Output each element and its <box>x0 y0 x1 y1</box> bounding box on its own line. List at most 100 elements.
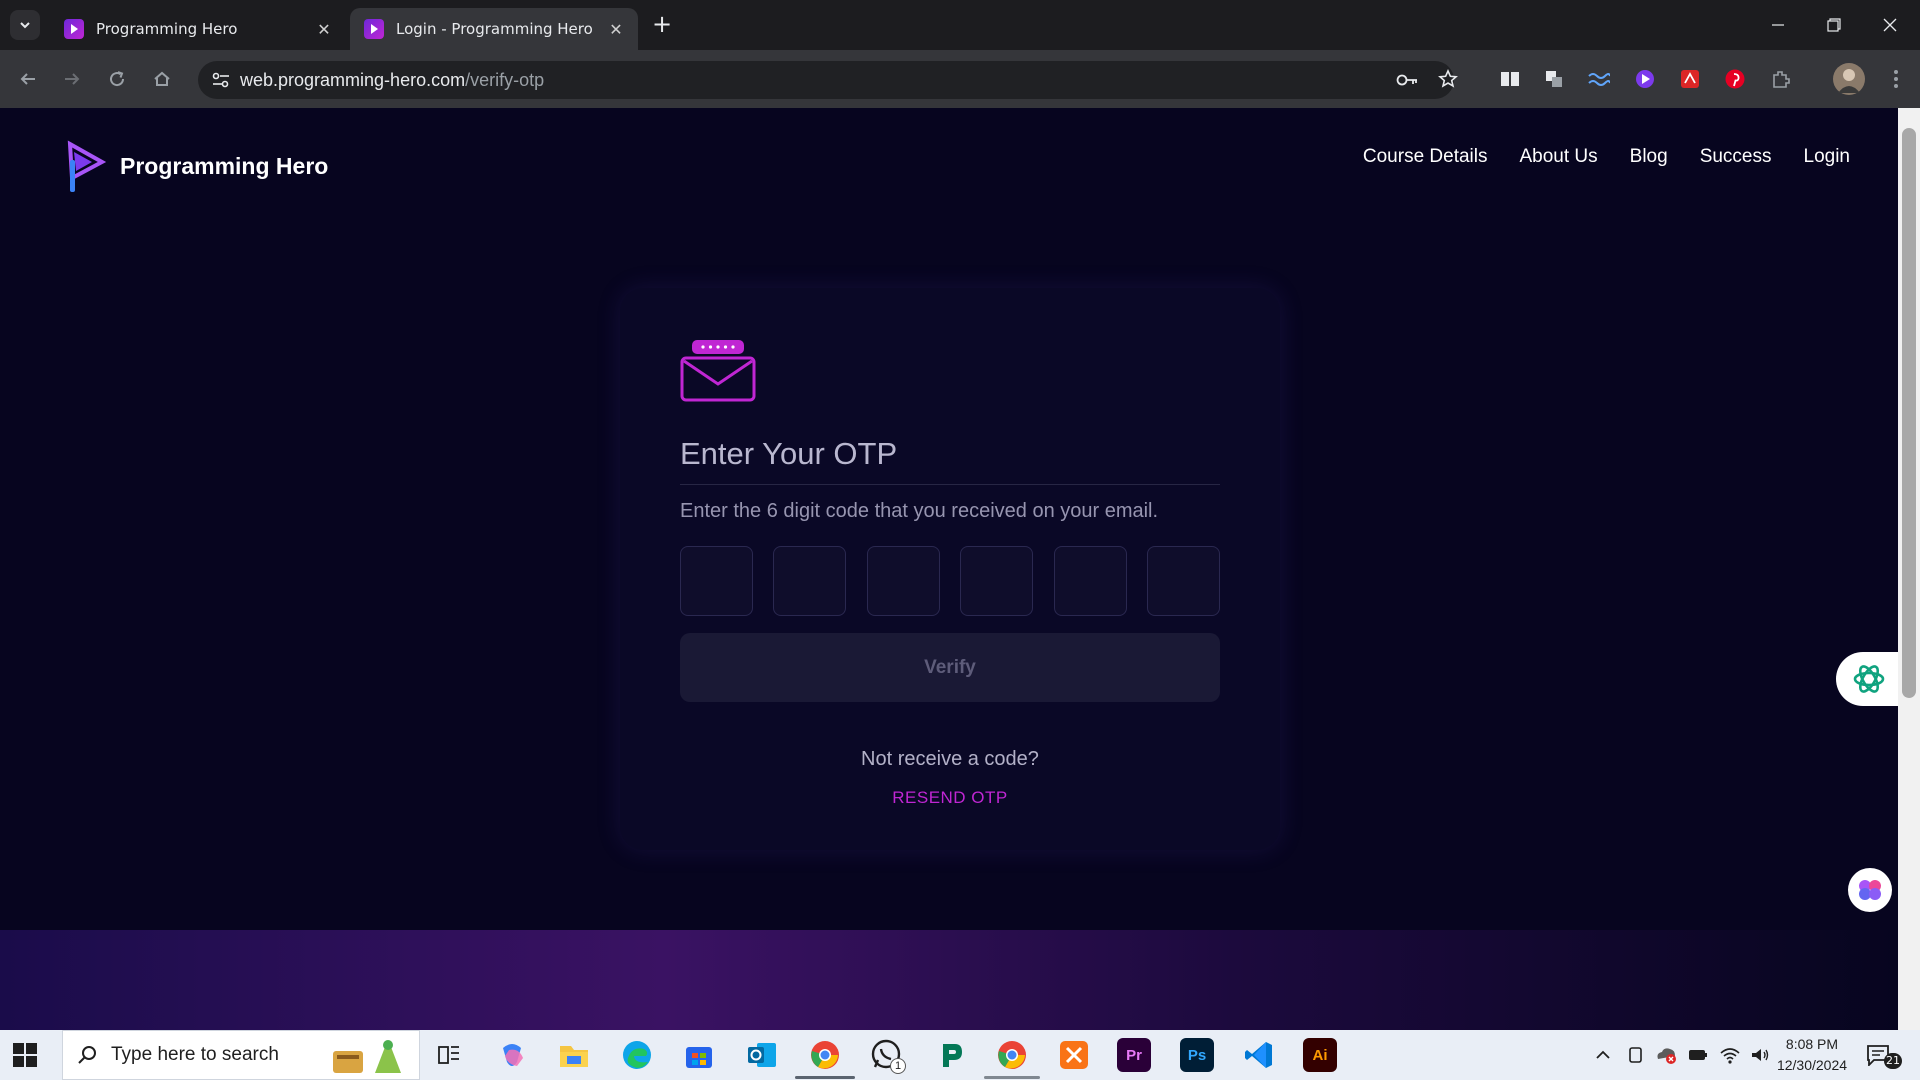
ai-assistant-widget[interactable] <box>1836 652 1906 706</box>
battery-icon[interactable] <box>1687 1045 1709 1065</box>
nav-blog[interactable]: Blog <box>1630 146 1668 168</box>
programming-hero-favicon-icon <box>364 19 384 39</box>
reading-list-icon[interactable] <box>1497 66 1523 92</box>
resend-otp-link[interactable]: RESEND OTP <box>620 788 1280 808</box>
system-tray <box>1593 1030 1771 1080</box>
tab-title: Login - Programming Hero <box>396 20 593 38</box>
extension-pdf-icon[interactable] <box>1677 66 1703 92</box>
site-info-icon[interactable] <box>212 72 230 88</box>
illustrator-icon[interactable]: Ai <box>1303 1038 1337 1072</box>
taskbar-search-box[interactable]: Type here to search <box>62 1030 420 1080</box>
volume-icon[interactable] <box>1749 1045 1771 1065</box>
otp-digit-6[interactable] <box>1146 546 1220 616</box>
windows-taskbar: Type here to search 1 Pr Ps Ai 8:08 PM 1… <box>0 1030 1920 1080</box>
xampp-icon[interactable] <box>1057 1038 1091 1072</box>
search-icon <box>78 1046 96 1064</box>
reload-button[interactable] <box>102 64 132 94</box>
nav-course-details[interactable]: Course Details <box>1363 146 1488 168</box>
brain-icon <box>1859 880 1881 900</box>
nav-login[interactable]: Login <box>1804 146 1851 168</box>
windows-start-icon[interactable] <box>12 1042 38 1068</box>
photoshop-icon[interactable]: Ps <box>1180 1038 1214 1072</box>
address-bar[interactable]: web.programming-hero.com/verify-otp <box>198 61 1458 99</box>
wifi-icon[interactable] <box>1719 1045 1741 1065</box>
otp-card: Enter Your OTP Enter the 6 digit code th… <box>620 288 1280 850</box>
extension-pinterest-icon[interactable] <box>1722 66 1748 92</box>
file-explorer-icon[interactable] <box>557 1038 591 1072</box>
search-placeholder: Type here to search <box>111 1044 279 1065</box>
bookmark-star-icon[interactable] <box>1438 69 1458 89</box>
close-tab-icon[interactable]: ✕ <box>314 20 334 39</box>
password-key-icon[interactable] <box>1396 71 1418 89</box>
restore-icon <box>1827 18 1841 32</box>
edge-icon[interactable] <box>620 1038 654 1072</box>
clock-time: 8:08 PM <box>1785 1036 1839 1052</box>
premiere-pro-icon[interactable]: Pr <box>1117 1038 1151 1072</box>
site-logo[interactable]: Programming Hero <box>62 138 328 194</box>
pycharm-like-icon[interactable] <box>933 1038 967 1072</box>
reload-icon <box>110 71 125 87</box>
nav-about-us[interactable]: About Us <box>1520 146 1598 168</box>
otp-subtitle: Enter the 6 digit code that you received… <box>680 500 1159 522</box>
copilot-icon[interactable] <box>495 1038 529 1072</box>
extension-translate-icon[interactable] <box>1541 66 1567 92</box>
otp-inputs <box>680 546 1220 616</box>
onedrive-error-icon[interactable] <box>1655 1045 1677 1065</box>
new-tab-button[interactable]: + <box>652 12 672 36</box>
close-tab-icon[interactable]: ✕ <box>606 20 626 39</box>
device-icon[interactable] <box>1627 1045 1645 1065</box>
home-button[interactable] <box>147 64 177 94</box>
url-path: /verify-otp <box>465 70 545 90</box>
minimize-button[interactable] <box>1750 0 1806 50</box>
page-scrollbar[interactable] <box>1898 108 1920 1030</box>
arrow-left-icon <box>20 73 35 85</box>
chrome-active-icon[interactable] <box>808 1038 842 1072</box>
otp-digit-4[interactable] <box>960 546 1034 616</box>
url-host: web.programming-hero.com <box>240 70 466 90</box>
nav-success[interactable]: Success <box>1700 146 1772 168</box>
footer-gradient-band <box>0 930 1898 1030</box>
back-button[interactable] <box>13 64 43 94</box>
extension-programming-hero-icon[interactable] <box>1632 66 1658 92</box>
home-icon <box>154 71 170 86</box>
forward-button[interactable] <box>57 64 87 94</box>
tab-programming-hero[interactable]: Programming Hero ✕ <box>50 8 346 50</box>
whatsapp-icon[interactable]: 1 <box>870 1038 906 1074</box>
no-code-text: Not receive a code? <box>861 748 1039 770</box>
clock-date: 12/30/2024 <box>1776 1057 1848 1073</box>
otp-digit-2[interactable] <box>773 546 847 616</box>
tab-login-programming-hero[interactable]: Login - Programming Hero ✕ <box>350 8 638 50</box>
browser-menu-icon[interactable] <box>1883 66 1909 92</box>
chevron-up-icon[interactable] <box>1593 1045 1613 1065</box>
microsoft-store-icon[interactable] <box>682 1038 716 1072</box>
outlook-icon[interactable] <box>745 1038 779 1072</box>
close-window-button[interactable] <box>1862 0 1918 50</box>
vscode-icon[interactable] <box>1242 1038 1276 1072</box>
openai-logo-icon <box>1853 665 1885 693</box>
otp-digit-1[interactable] <box>680 546 753 616</box>
active-app-indicator <box>795 1076 855 1079</box>
brand-name: Programming Hero <box>120 152 329 179</box>
tab-search-button[interactable] <box>10 10 40 40</box>
extension-wave-icon[interactable] <box>1586 66 1612 92</box>
web-page: Programming Hero Course Details About Us… <box>0 108 1898 1030</box>
brain-assistant-widget[interactable] <box>1848 868 1892 912</box>
url-text: web.programming-hero.com/verify-otp <box>240 70 544 91</box>
profile-avatar[interactable] <box>1833 63 1865 95</box>
otp-digit-3[interactable] <box>866 546 940 616</box>
minimize-icon <box>1772 24 1784 26</box>
otp-title: Enter Your OTP <box>680 436 1220 485</box>
task-view-icon[interactable] <box>432 1038 466 1072</box>
search-highlight-illustration-icon <box>333 1040 401 1073</box>
otp-digit-5[interactable] <box>1053 546 1127 616</box>
email-otp-icon <box>680 340 756 402</box>
taskbar-clock[interactable]: 8:08 PM 12/30/2024 <box>1770 1034 1854 1076</box>
notification-count-badge: 21 <box>1884 1053 1902 1069</box>
extensions-puzzle-icon[interactable] <box>1768 66 1794 92</box>
scrollbar-thumb[interactable] <box>1902 128 1916 698</box>
programming-hero-logo-icon <box>67 140 107 192</box>
browser-tab-strip: Programming Hero ✕ Login - Programming H… <box>0 0 1920 50</box>
chrome-profile-icon[interactable] <box>995 1038 1029 1072</box>
restore-button[interactable] <box>1806 0 1862 50</box>
verify-button[interactable]: Verify <box>680 633 1220 702</box>
